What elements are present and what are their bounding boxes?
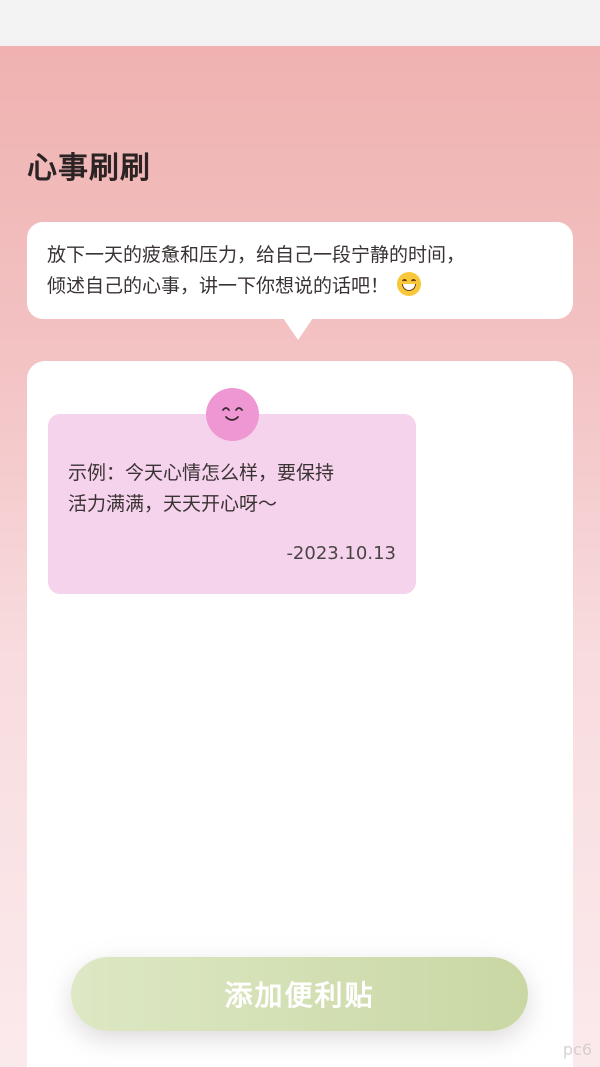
note-line-2: 活力满满，天天开心呀～	[68, 493, 278, 515]
smiling-face-icon	[206, 388, 259, 441]
intro-line-2: 倾述自己的心事，讲一下你想说的话吧！	[47, 275, 390, 297]
intro-bubble: 放下一天的疲惫和压力，给自己一段宁静的时间， 倾述自己的心事，讲一下你想说的话吧…	[27, 222, 573, 319]
bubble-tail	[283, 318, 313, 340]
note-date: -2023.10.13	[286, 543, 396, 564]
sticky-note[interactable]: 示例：今天心情怎么样，要保持 活力满满，天天开心呀～ -2023.10.13	[48, 414, 416, 594]
watermark: pc6	[562, 1040, 592, 1059]
status-bar	[0, 0, 600, 46]
note-line-1: 示例：今天心情怎么样，要保持	[68, 462, 335, 484]
intro-line-1: 放下一天的疲惫和压力，给自己一段宁静的时间，	[47, 244, 466, 266]
grinning-face-icon	[397, 272, 422, 296]
add-sticky-note-button[interactable]: 添加便利贴	[71, 957, 528, 1031]
page-title: 心事刷刷	[27, 151, 151, 186]
